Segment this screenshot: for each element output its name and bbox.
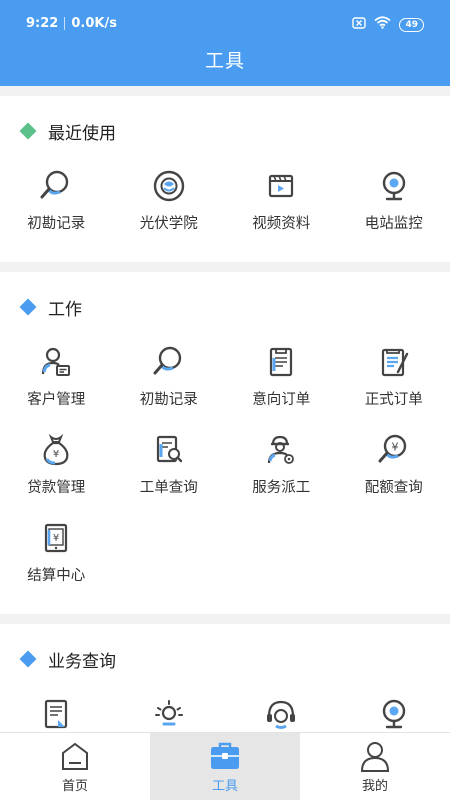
document-icon (38, 696, 74, 732)
tab-tools[interactable]: 工具 (150, 733, 300, 800)
tools-content[interactable]: 最近使用 初勘记录 光伏学院 视频资料 电站监控 工作 客户管理 初勘记录 意向… (0, 86, 450, 732)
tool-label: 贷款管理 (27, 480, 86, 496)
academy-icon (151, 168, 187, 204)
app-header: 9:22 0.0K/s 49 工具 (0, 0, 450, 86)
tool-label: 初勘记录 (27, 216, 86, 232)
worker-icon (263, 432, 299, 468)
section-header-work: 工作 (0, 272, 450, 342)
tool-intent-order[interactable]: 意向订单 (225, 342, 338, 430)
headset-icon (263, 696, 299, 732)
camera-icon (376, 168, 412, 204)
tool-label: 结算中心 (27, 568, 86, 584)
video-icon (263, 168, 299, 204)
tool-survey-record[interactable]: 初勘记录 (0, 166, 113, 254)
status-network-speed: 0.0K/s (71, 16, 117, 31)
section-title: 业务查询 (48, 651, 116, 672)
tool-label: 正式订单 (364, 392, 423, 408)
money-bag-icon: ¥ (38, 432, 74, 468)
svg-text:¥: ¥ (53, 533, 59, 544)
magnifier-icon (151, 344, 187, 380)
svg-text:¥: ¥ (391, 441, 398, 454)
tool-label: 光伏学院 (139, 216, 198, 232)
tool-station-monitor[interactable]: 电站监控 (338, 166, 450, 254)
magnifier-icon (38, 168, 74, 204)
diamond-marker-icon (19, 122, 37, 140)
section-recent: 最近使用 初勘记录 光伏学院 视频资料 电站监控 (0, 96, 450, 262)
tool-label: 电站监控 (364, 216, 423, 232)
tool-business-service[interactable] (225, 694, 338, 732)
section-work: 工作 客户管理 初勘记录 意向订单 正式订单 ¥ 贷款管理 工单查询 服务派工 … (0, 272, 450, 614)
tab-label: 首页 (61, 779, 88, 794)
tab-label: 工具 (211, 779, 238, 794)
sim-off-icon (352, 16, 367, 33)
status-bar: 9:22 0.0K/s 49 (0, 0, 450, 48)
tool-settlement-center[interactable]: ¥ 结算中心 (0, 518, 113, 606)
tool-label: 意向订单 (252, 392, 311, 408)
status-time: 9:22 (26, 16, 59, 31)
toolbox-icon (211, 742, 239, 769)
formal-order-icon (376, 344, 412, 380)
work-order-search-icon (151, 432, 187, 468)
tool-business-solar[interactable] (113, 694, 226, 732)
tool-loan-management[interactable]: ¥ 贷款管理 (0, 430, 113, 518)
sun-icon (151, 696, 187, 732)
page-title: 工具 (204, 50, 245, 72)
tab-label: 我的 (361, 779, 388, 794)
tool-label: 初勘记录 (139, 392, 198, 408)
user-icon (360, 742, 390, 772)
tool-work-order-search[interactable]: 工单查询 (113, 430, 226, 518)
home-icon (62, 742, 88, 770)
intent-order-icon (263, 344, 299, 380)
diamond-marker-icon (19, 298, 37, 316)
section-header-recent: 最近使用 (0, 96, 450, 166)
section-title: 工作 (48, 299, 82, 320)
tool-business-monitor[interactable] (338, 694, 450, 732)
camera-icon (376, 696, 412, 732)
tool-survey-record[interactable]: 初勘记录 (113, 342, 226, 430)
svg-text:¥: ¥ (53, 449, 59, 460)
tool-label: 视频资料 (252, 216, 311, 232)
tool-pv-academy[interactable]: 光伏学院 (113, 166, 226, 254)
status-divider (64, 17, 66, 30)
tool-label: 服务派工 (252, 480, 311, 496)
tool-business-document[interactable] (0, 694, 113, 732)
tool-quota-search[interactable]: ¥ 配额查询 (338, 430, 450, 518)
tool-video-materials[interactable]: 视频资料 (225, 166, 338, 254)
tool-customer-management[interactable]: 客户管理 (0, 342, 113, 430)
tool-label: 工单查询 (139, 480, 198, 496)
tool-label: 客户管理 (27, 392, 86, 408)
section-business-query: 业务查询 (0, 624, 450, 732)
tool-service-dispatch[interactable]: 服务派工 (225, 430, 338, 518)
section-header-business: 业务查询 (0, 624, 450, 694)
customer-icon (38, 344, 74, 380)
tool-formal-order[interactable]: 正式订单 (338, 342, 450, 430)
battery-indicator: 49 (399, 17, 424, 32)
section-title: 最近使用 (48, 123, 116, 144)
tool-label: 配额查询 (364, 480, 423, 496)
tab-mine[interactable]: 我的 (300, 733, 450, 800)
wifi-icon (374, 16, 392, 33)
settlement-icon: ¥ (38, 520, 74, 556)
tab-home[interactable]: 首页 (0, 733, 150, 800)
quota-search-icon: ¥ (376, 432, 412, 468)
bottom-tab-bar: 首页 工具 我的 (0, 732, 450, 800)
diamond-marker-icon (19, 650, 37, 668)
